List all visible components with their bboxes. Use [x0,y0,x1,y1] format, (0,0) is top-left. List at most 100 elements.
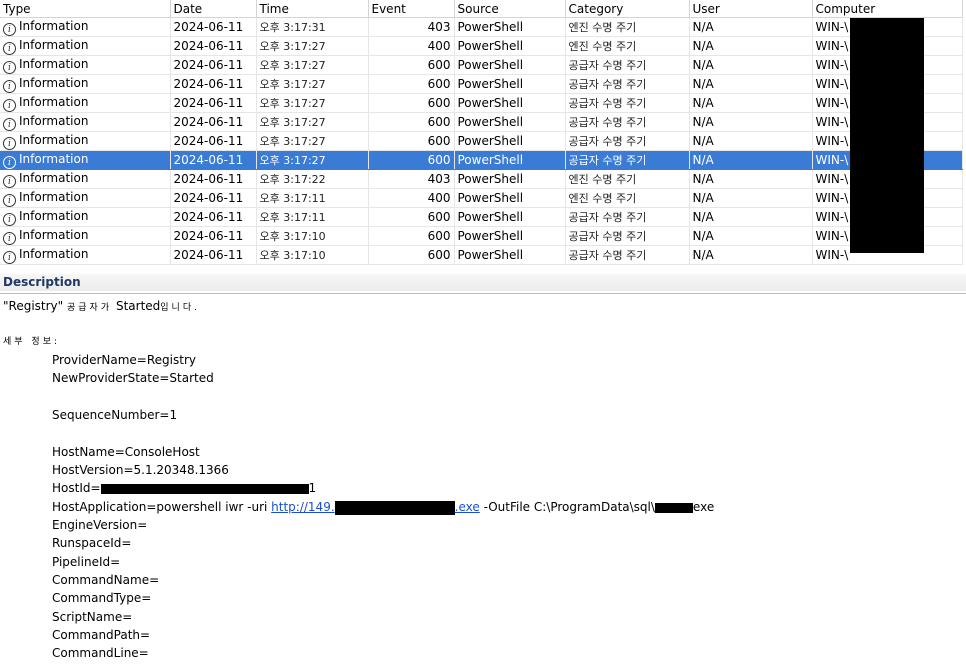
source-cell: PowerShell [454,93,566,113]
table-row[interactable]: i Information 2024-06-11 오후 3:17:27 600 Power… [0,55,963,75]
event-text: 403 [427,171,451,186]
category-cell: 공급자 수명 주기 [565,150,690,170]
host-application-label: HostApplication=powershell iwr -uri [52,500,272,514]
table-row[interactable]: i Information 2024-06-11 오후 3:17:27 600 Power… [0,112,963,132]
host-application-outfile: -OutFile C:\ProgramData\sql\ [479,500,655,514]
type-text: Information [19,38,89,52]
date-text: 2024-06-11 [173,152,244,167]
column-header-event[interactable]: Event [368,0,455,18]
event-text: 600 [427,95,451,110]
time-cell: 오후 3:17:27 [256,131,369,151]
date-cell: 2024-06-11 [170,169,257,189]
host-application-link[interactable]: http://149. [271,500,334,514]
type-cell: i Information [0,93,171,113]
host-application-link-ext[interactable]: .exe [455,500,480,514]
table-row[interactable]: i Information 2024-06-11 오후 3:17:27 600 Power… [0,93,963,113]
description-pane[interactable]: "Registry" 공급자가 Started입니다. 세부 정보: Provi… [0,293,966,664]
computer-text: WIN-\ [815,114,849,129]
source-text: PowerShell [457,57,524,72]
column-header-time[interactable]: Time [256,0,369,18]
user-text: N/A [692,152,714,167]
sequence-number: SequenceNumber=1 [52,408,178,422]
category-cell: 엔진 수명 주기 [565,188,690,208]
time-text: 오후 3:17:11 [259,191,326,205]
user-text: N/A [692,19,714,34]
user-text: N/A [692,114,714,129]
column-header-computer[interactable]: Computer [812,0,963,18]
date-cell: 2024-06-11 [170,150,257,170]
redaction-computer-column [850,18,924,253]
date-text: 2024-06-11 [173,247,244,262]
event-cell: 403 [368,169,455,189]
category-cell: 공급자 수명 주기 [565,226,690,246]
source-cell: PowerShell [454,226,566,246]
user-text: N/A [692,38,714,53]
table-row[interactable]: i Information 2024-06-11 오후 3:17:27 400 Power… [0,36,963,56]
time-cell: 오후 3:17:31 [256,17,369,37]
date-cell: 2024-06-11 [170,93,257,113]
type-text: Information [19,152,89,166]
user-cell: N/A [689,131,813,151]
event-text: 600 [427,133,451,148]
column-header-user[interactable]: User [689,0,813,18]
category-text: 엔진 수명 주기 [568,20,637,34]
date-text: 2024-06-11 [173,38,244,53]
date-text: 2024-06-11 [173,19,244,34]
column-header-type[interactable]: Type [0,0,171,18]
provider-name: ProviderName=Registry [52,353,196,367]
category-text: 엔진 수명 주기 [568,172,637,186]
event-text: 403 [427,19,451,34]
script-name: ScriptName= [52,610,133,624]
summary-provider: "Registry" [3,299,64,313]
info-icon: i [3,118,16,131]
table-row[interactable]: i Information 2024-06-11 오후 3:17:27 600 Power… [0,150,963,170]
source-text: PowerShell [457,228,524,243]
column-header-date[interactable]: Date [170,0,257,18]
table-row[interactable]: i Information 2024-06-11 오후 3:17:11 400 Power… [0,188,963,208]
user-cell: N/A [689,112,813,132]
source-cell: PowerShell [454,112,566,132]
source-text: PowerShell [457,95,524,110]
time-cell: 오후 3:17:11 [256,188,369,208]
redaction-url [334,500,455,515]
type-text: Information [19,247,89,261]
table-row[interactable]: i Information 2024-06-11 오후 3:17:27 600 Power… [0,74,963,94]
event-cell: 600 [368,74,455,94]
date-text: 2024-06-11 [173,190,244,205]
table-row[interactable]: i Information 2024-06-11 오후 3:17:10 600 Power… [0,226,963,246]
table-row[interactable]: i Information 2024-06-11 오후 3:17:10 600 Power… [0,245,963,265]
table-row[interactable]: i Information 2024-06-11 오후 3:17:11 600 Power… [0,207,963,227]
category-cell: 엔진 수명 주기 [565,169,690,189]
table-row[interactable]: i Information 2024-06-11 오후 3:17:31 403 Power… [0,17,963,37]
category-text: 공급자 수명 주기 [568,77,647,91]
host-application-ext: exe [692,500,715,514]
type-text: Information [19,209,89,223]
category-text: 공급자 수명 주기 [568,96,647,110]
redaction-host-id [100,483,309,494]
user-cell: N/A [689,207,813,227]
host-name: HostName=ConsoleHost [52,445,200,459]
column-header-source[interactable]: Source [454,0,566,18]
computer-text: WIN-\ [815,190,849,205]
type-text: Information [19,95,89,109]
table-row[interactable]: i Information 2024-06-11 오후 3:17:22 403 Power… [0,169,963,189]
event-text: 600 [427,152,451,167]
type-cell: i Information [0,226,171,246]
time-text: 오후 3:17:31 [259,20,326,34]
user-cell: N/A [689,93,813,113]
category-text: 공급자 수명 주기 [568,248,647,262]
source-cell: PowerShell [454,36,566,56]
table-row[interactable]: i Information 2024-06-11 오후 3:17:27 600 Power… [0,131,963,151]
computer-text: WIN-\ [815,228,849,243]
date-cell: 2024-06-11 [170,131,257,151]
user-cell: N/A [689,188,813,208]
host-id-tail: 1 [308,481,317,495]
time-cell: 오후 3:17:10 [256,226,369,246]
category-cell: 공급자 수명 주기 [565,74,690,94]
command-path: CommandPath= [52,628,151,642]
category-text: 공급자 수명 주기 [568,58,647,72]
source-text: PowerShell [457,209,524,224]
time-text: 오후 3:17:10 [259,248,326,262]
column-header-category[interactable]: Category [565,0,690,18]
type-cell: i Information [0,17,171,37]
